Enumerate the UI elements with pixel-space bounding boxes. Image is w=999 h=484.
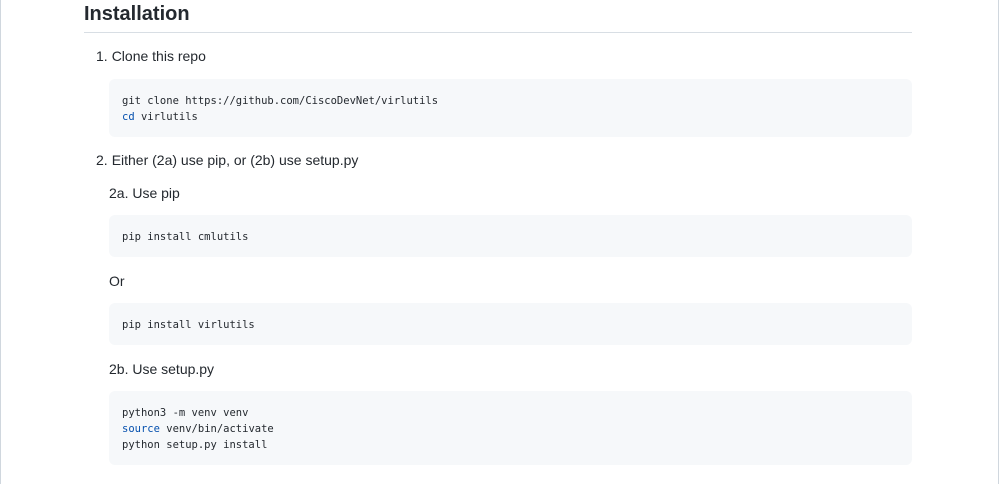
step-1-number: 1.	[96, 48, 108, 64]
code-line: python3 -m venv venv	[122, 407, 249, 419]
step-2-text: Either (2a) use pip, or (2b) use setup.p…	[111, 152, 359, 168]
substep-2b: 2b. Use setup.py	[109, 361, 215, 377]
code-line: pip install virlutils	[122, 319, 255, 331]
step-2-number: 2.	[96, 152, 108, 168]
code-keyword: cd	[122, 111, 135, 123]
code-line: pip install cmlutils	[122, 231, 249, 243]
code-line: venv/bin/activate	[159, 423, 274, 435]
code-line: python setup.py install	[122, 439, 268, 451]
pip-virlutils-code-block[interactable]: pip install virlutils	[109, 303, 912, 345]
step-1: 1. Clone this repo	[96, 46, 206, 66]
code-line: virlutils	[134, 111, 198, 123]
code-line: git clone https://github.com/CiscoDevNet…	[122, 95, 439, 107]
or-text: Or	[109, 273, 125, 289]
code-keyword: source	[122, 423, 160, 435]
step-1-text: Clone this repo	[111, 48, 206, 64]
step-2: 2. Either (2a) use pip, or (2b) use setup…	[96, 150, 358, 170]
setup-code-block[interactable]: python3 -m venv venv source venv/bin/act…	[109, 391, 912, 465]
page-left-border	[0, 0, 1, 484]
pip-cmlutils-code-block[interactable]: pip install cmlutils	[109, 215, 912, 257]
substep-2a: 2a. Use pip	[109, 185, 180, 201]
readme-article: Installation 1. Clone this repo git clone…	[84, 0, 912, 465]
clone-code-block[interactable]: git clone https://github.com/CiscoDevNet…	[109, 79, 912, 137]
section-heading: Installation	[84, 0, 912, 33]
